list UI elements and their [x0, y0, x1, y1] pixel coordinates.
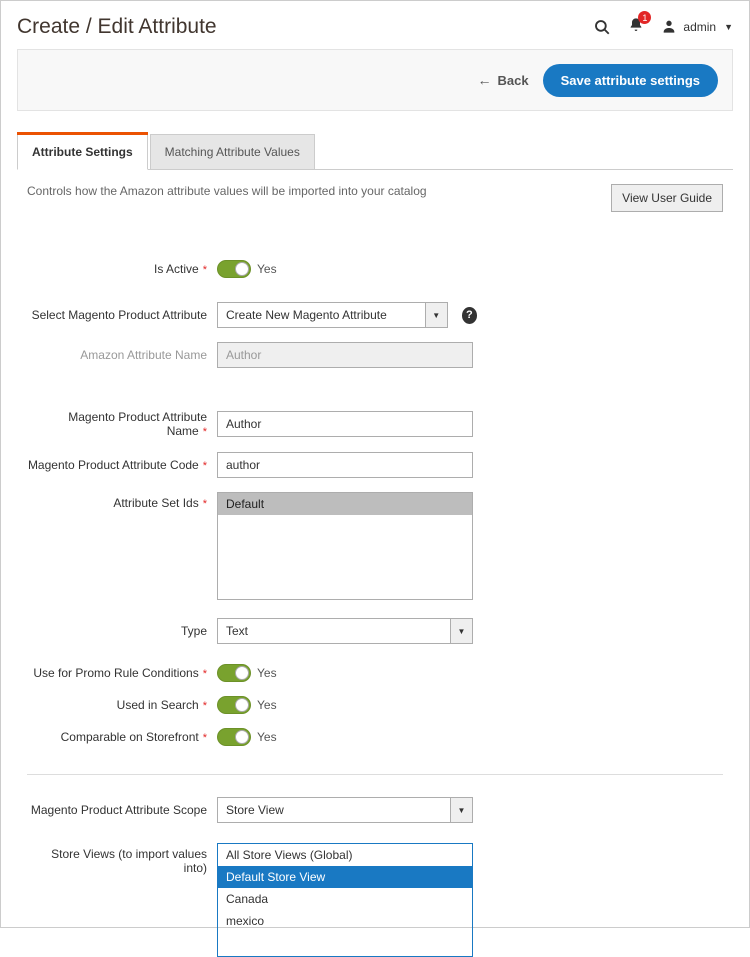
intro-row: Controls how the Amazon attribute values…	[17, 170, 733, 212]
attr-set-label: Attribute Set Ids	[113, 496, 198, 510]
scope-label: Magento Product Attribute Scope	[31, 803, 207, 817]
attr-set-option[interactable]: Default	[218, 493, 472, 515]
mpa-name-input[interactable]	[217, 411, 473, 437]
store-view-option[interactable]: Default Store View	[218, 866, 472, 888]
field-mpa-code: Magento Product Attribute Code*	[27, 452, 723, 478]
form: Is Active* Yes Select Magento Product At…	[17, 212, 733, 957]
is-active-value: Yes	[257, 262, 277, 276]
field-scope: Magento Product Attribute Scope Store Vi…	[27, 797, 723, 823]
select-attr-dropdown[interactable]: Create New Magento Attribute ▼	[217, 302, 448, 328]
select-attr-label: Select Magento Product Attribute	[32, 308, 207, 322]
amazon-name-input	[217, 342, 473, 368]
promo-toggle[interactable]	[217, 664, 251, 682]
type-dropdown[interactable]: Text ▼	[217, 618, 473, 644]
field-promo-rule: Use for Promo Rule Conditions* Yes	[27, 664, 723, 682]
amazon-name-label: Amazon Attribute Name	[80, 348, 207, 362]
save-button[interactable]: Save attribute settings	[543, 64, 718, 97]
page-header: Create / Edit Attribute 1 admin ▼	[17, 1, 733, 49]
notifications-badge: 1	[638, 11, 651, 24]
chevron-down-icon: ▼	[724, 22, 733, 32]
page-title: Create / Edit Attribute	[17, 15, 217, 39]
intro-text: Controls how the Amazon attribute values…	[27, 184, 427, 198]
field-used-in-search: Used in Search* Yes	[27, 696, 723, 714]
tabs: Attribute Settings Matching Attribute Va…	[17, 133, 733, 170]
field-is-active: Is Active* Yes	[27, 260, 723, 278]
store-view-option[interactable]: Canada	[218, 888, 472, 910]
chevron-down-icon: ▼	[425, 303, 447, 327]
comparable-toggle[interactable]	[217, 728, 251, 746]
tab-attribute-settings[interactable]: Attribute Settings	[17, 134, 148, 170]
search-label: Used in Search	[117, 698, 199, 712]
is-active-toggle[interactable]	[217, 260, 251, 278]
comparable-label: Comparable on Storefront	[61, 730, 199, 744]
field-amazon-name: Amazon Attribute Name	[27, 342, 723, 368]
scope-dropdown[interactable]: Store View ▼	[217, 797, 473, 823]
store-view-option[interactable]: All Store Views (Global)	[218, 844, 472, 866]
chevron-down-icon: ▼	[450, 798, 472, 822]
search-value: Yes	[257, 698, 277, 712]
field-store-views: Store Views (to import values into) All …	[27, 843, 723, 957]
field-attr-set-ids: Attribute Set Ids* Default	[27, 492, 723, 600]
view-user-guide-button[interactable]: View User Guide	[611, 184, 723, 212]
back-label: Back	[497, 73, 528, 88]
notifications-button[interactable]: 1	[627, 16, 645, 38]
tab-matching-values[interactable]: Matching Attribute Values	[150, 134, 315, 170]
scope-value: Store View	[218, 798, 450, 822]
type-label: Type	[181, 624, 207, 638]
user-icon	[661, 18, 677, 37]
attr-set-listbox[interactable]: Default	[217, 492, 473, 600]
store-views-label: Store Views (to import values into)	[51, 847, 207, 875]
section-divider	[27, 774, 723, 775]
actions-bar: ← Back Save attribute settings	[17, 49, 733, 111]
header-actions: 1 admin ▼	[593, 16, 733, 38]
mpa-name-label: Magento Product Attribute Name	[68, 410, 207, 438]
field-select-attribute: Select Magento Product Attribute Create …	[27, 302, 723, 328]
mpa-code-input[interactable]	[217, 452, 473, 478]
back-button[interactable]: ← Back	[477, 72, 528, 88]
search-icon[interactable]	[593, 18, 611, 36]
search-toggle[interactable]	[217, 696, 251, 714]
help-icon[interactable]: ?	[462, 307, 477, 324]
comparable-value: Yes	[257, 730, 277, 744]
mpa-code-label: Magento Product Attribute Code	[28, 458, 199, 472]
promo-value: Yes	[257, 666, 277, 680]
field-type: Type Text ▼	[27, 618, 723, 644]
is-active-label: Is Active	[154, 262, 199, 276]
promo-label: Use for Promo Rule Conditions	[33, 666, 198, 680]
type-value: Text	[218, 619, 450, 643]
user-label: admin	[683, 20, 716, 34]
store-views-listbox[interactable]: All Store Views (Global) Default Store V…	[217, 843, 473, 957]
select-attr-value: Create New Magento Attribute	[218, 303, 425, 327]
field-mpa-name: Magento Product Attribute Name*	[27, 410, 723, 438]
field-comparable: Comparable on Storefront* Yes	[27, 728, 723, 746]
chevron-down-icon: ▼	[450, 619, 472, 643]
user-menu[interactable]: admin ▼	[661, 18, 733, 37]
store-view-option[interactable]: mexico	[218, 910, 472, 932]
arrow-left-icon: ←	[477, 72, 491, 88]
